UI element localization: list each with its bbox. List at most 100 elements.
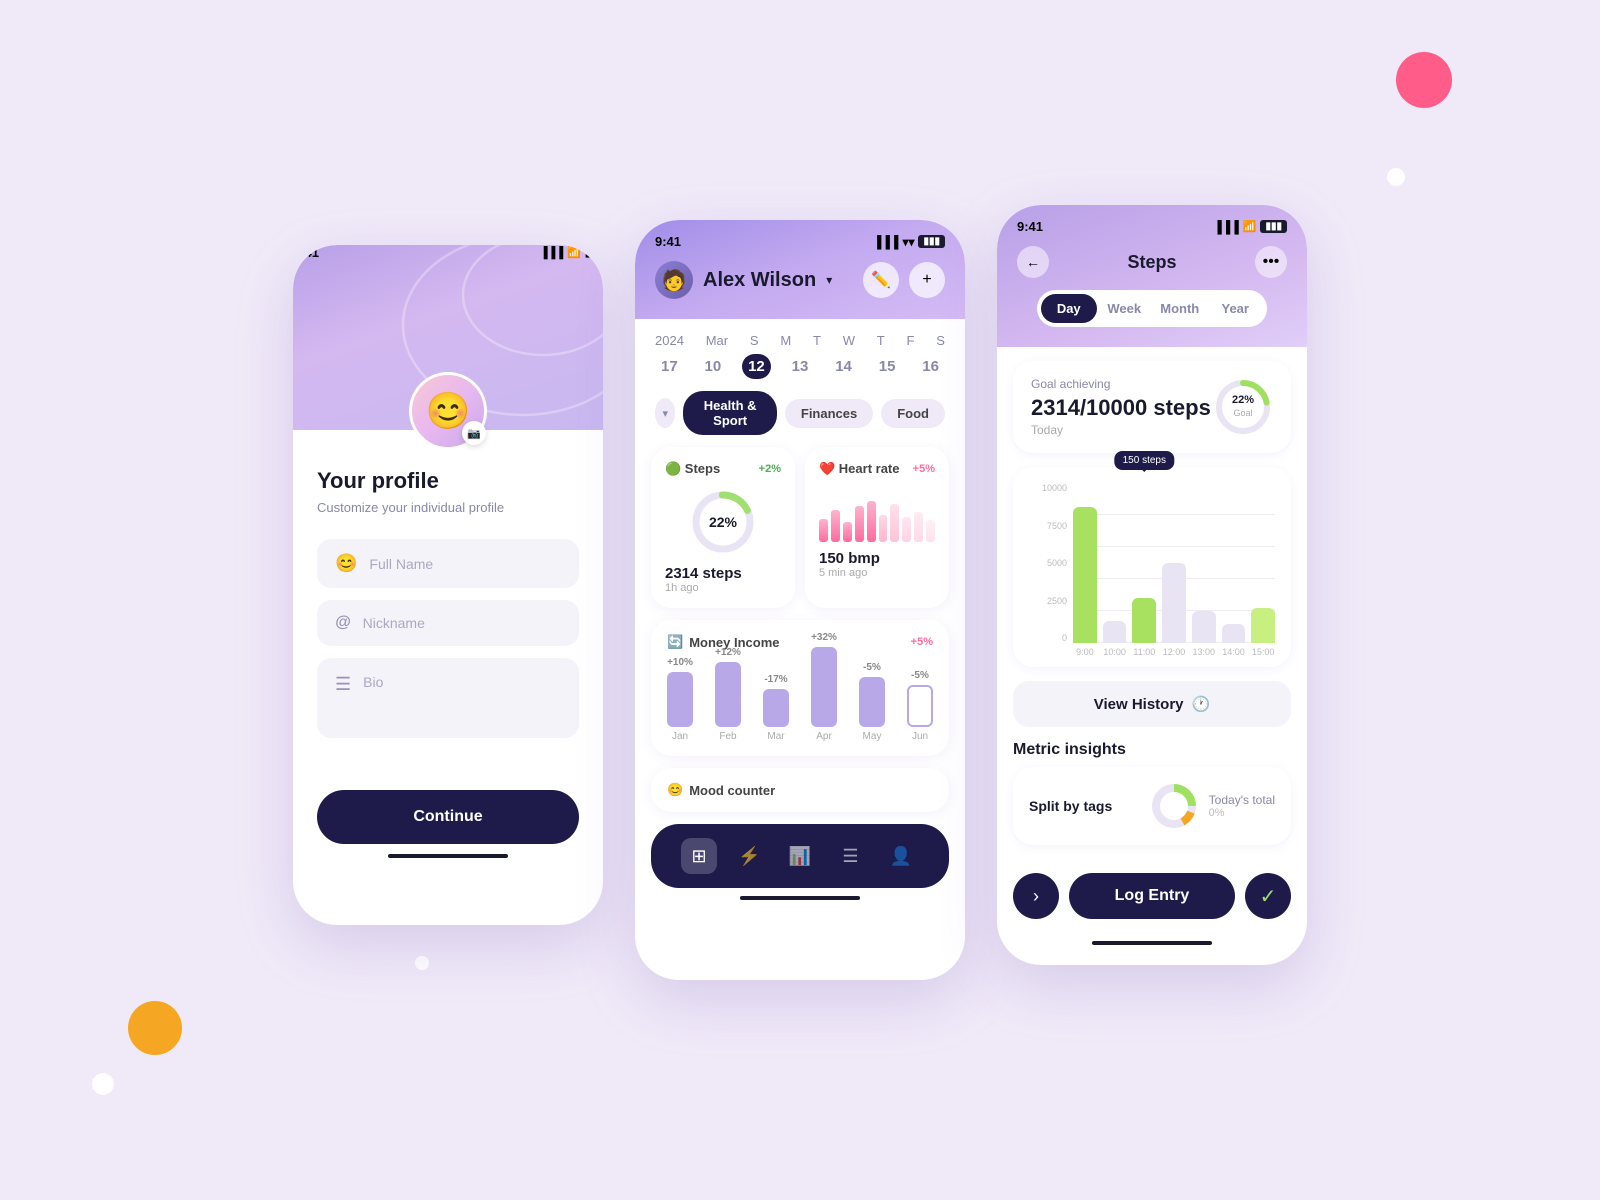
list-icon: ☰ — [842, 846, 858, 867]
chevron-down-icon[interactable]: ▾ — [826, 273, 832, 287]
phone-steps: 9:41 ▐▐▐ 📶 ▮▮▮ ← Steps ••• Day Week Mont… — [997, 205, 1307, 965]
heart-bar-10 — [926, 520, 935, 542]
lightning-icon: ⚡ — [738, 846, 760, 867]
cal-day-15[interactable]: 15 — [873, 354, 902, 379]
income-header: 🔄 Money Income +5% — [667, 634, 933, 650]
continue-button[interactable]: Continue — [317, 790, 579, 844]
steps-header: 9:41 ▐▐▐ 📶 ▮▮▮ ← Steps ••• Day Week Mont… — [997, 205, 1307, 347]
x-axis-labels: 9:00 10:00 11:00 12:00 13:00 14:00 15:00 — [1073, 647, 1275, 657]
decorative-white-circle-3 — [92, 1073, 114, 1095]
heart-time: 5 min ago — [819, 567, 935, 579]
chart-bar-1000 — [1103, 483, 1127, 643]
view-history-button[interactable]: View History 🕐 — [1013, 681, 1291, 727]
tags-donut-chart — [1149, 781, 1199, 831]
chart-bar-1200 — [1162, 483, 1186, 643]
add-button[interactable]: + — [909, 262, 945, 298]
todays-total-label: Today's total — [1209, 793, 1275, 807]
tab-day[interactable]: Day — [1041, 294, 1097, 323]
income-bar-mar: -17% Mar — [763, 674, 789, 742]
metric-insights-section: Metric insights Split by tags Today's to… — [1013, 741, 1291, 845]
clock-icon: 🕐 — [1192, 695, 1211, 713]
bio-field[interactable]: ☰ Bio — [317, 658, 579, 738]
signal-icon-2: ▐▐▐ — [873, 235, 899, 249]
cal-day-14[interactable]: 14 — [829, 354, 858, 379]
person-icon: 👤 — [890, 846, 912, 867]
income-bar-jun: -5% Jun — [907, 670, 933, 742]
dashboard-header: 9:41 ▐▐▐ ▾▾ ▮▮▮ 🧑 Alex Wilson ▾ ✏️ + — [635, 220, 965, 319]
chart-bar-1300 — [1192, 483, 1216, 643]
nickname-field[interactable]: @ Nickname — [317, 600, 579, 646]
home-indicator-1 — [388, 854, 508, 858]
nav-lightning[interactable]: ⚡ — [732, 838, 768, 874]
cal-day-16[interactable]: 16 — [916, 354, 945, 379]
user-name: Alex Wilson — [703, 269, 816, 292]
nav-person[interactable]: 👤 — [883, 838, 919, 874]
heart-rate-card: ❤️ Heart rate +5% 150 bmp 5 min ago — [805, 447, 949, 608]
phone-dashboard: 9:41 ▐▐▐ ▾▾ ▮▮▮ 🧑 Alex Wilson ▾ ✏️ + — [635, 220, 965, 980]
bars-row: 150 steps — [1073, 483, 1275, 643]
view-history-label: View History — [1094, 696, 1184, 713]
check-button[interactable]: ✓ — [1245, 873, 1291, 919]
cal-s2: S — [936, 333, 945, 348]
camera-icon[interactable]: 📷 — [462, 421, 486, 445]
tab-health-sport[interactable]: Health & Sport — [683, 391, 776, 435]
cal-day-13[interactable]: 13 — [786, 354, 815, 379]
cal-day-12[interactable]: 12 — [742, 354, 771, 379]
heart-bar-7 — [890, 504, 899, 543]
income-icon: 🔄 — [667, 634, 683, 650]
steps-badge: +2% — [759, 463, 781, 475]
income-bar-may: -5% May — [859, 662, 885, 742]
tab-week[interactable]: Week — [1097, 294, 1153, 323]
income-bar-apr: +32% Apr — [811, 632, 837, 742]
calendar-year-row: 2024 Mar S M T W T F S — [655, 333, 945, 348]
heart-bar-4 — [855, 506, 864, 542]
bottom-navigation: ⊞ ⚡ 📊 ☰ 👤 — [651, 824, 949, 888]
expand-button[interactable]: ▾ — [655, 398, 675, 428]
calendar-month: Mar — [706, 333, 728, 348]
status-time-2: 9:41 — [655, 234, 681, 249]
cal-day-10[interactable]: 10 — [699, 354, 728, 379]
steps-donut: 22% — [688, 487, 758, 557]
next-button[interactable]: › — [1013, 873, 1059, 919]
edit-button[interactable]: ✏️ — [863, 262, 899, 298]
more-options-button[interactable]: ••• — [1255, 246, 1287, 278]
category-tabs: ▾ Health & Sport Finances Food — [635, 379, 965, 447]
tab-finances[interactable]: Finances — [785, 399, 873, 428]
goal-value: 2314/10000 steps — [1031, 395, 1211, 421]
back-button[interactable]: ← — [1017, 246, 1049, 278]
tab-year[interactable]: Year — [1208, 294, 1264, 323]
heart-bars-chart — [819, 487, 935, 542]
chart-content: 10000 7500 5000 2500 0 — [1029, 483, 1275, 657]
status-bar-2: 9:41 ▐▐▐ ▾▾ ▮▮▮ — [655, 234, 945, 249]
heart-card-header: ❤️ Heart rate +5% — [819, 461, 935, 477]
nav-grid[interactable]: ⊞ — [681, 838, 717, 874]
signal-icon-3: ▐▐▐ — [1213, 220, 1239, 234]
nav-list[interactable]: ☰ — [833, 838, 869, 874]
heart-bar-3 — [843, 522, 852, 542]
log-bar: › Log Entry ✓ — [997, 873, 1307, 935]
heart-bar-2 — [831, 510, 840, 542]
cal-m: M — [780, 333, 791, 348]
heart-label: ❤️ Heart rate — [819, 461, 900, 477]
mood-icon: 😊 — [667, 782, 683, 798]
nav-chart[interactable]: 📊 — [782, 838, 818, 874]
heart-bar-9 — [914, 512, 923, 542]
tab-month[interactable]: Month — [1152, 294, 1208, 323]
goal-card: Goal achieving 2314/10000 steps Today 22… — [1013, 361, 1291, 453]
calendar-days-row: 17 10 12 13 14 15 16 — [655, 354, 945, 379]
goal-today: Today — [1031, 423, 1211, 437]
calendar-year: 2024 — [655, 333, 684, 348]
log-entry-button[interactable]: Log Entry — [1069, 873, 1235, 919]
user-info: 🧑 Alex Wilson ▾ — [655, 261, 832, 299]
chart-bars-area: 150 steps — [1073, 483, 1275, 657]
home-indicator-2 — [740, 896, 860, 900]
todays-value: 0% — [1209, 807, 1275, 819]
cal-day-17[interactable]: 17 — [655, 354, 684, 379]
steps-value: 2314 steps — [665, 565, 781, 582]
status-time-3: 9:41 — [1017, 219, 1043, 234]
screens-container: 9:41 ▐▐▐ 📶 ▮▮▮ 😊 📷 Your profile Customiz… — [0, 0, 1600, 1200]
tab-food[interactable]: Food — [881, 399, 945, 428]
full-name-field[interactable]: 😊 Full Name — [317, 539, 579, 588]
tags-info: Split by tags — [1029, 798, 1112, 814]
mood-label: 😊 Mood counter — [667, 782, 933, 798]
